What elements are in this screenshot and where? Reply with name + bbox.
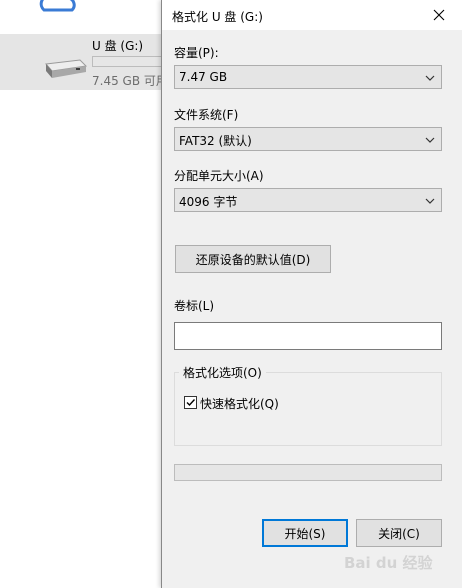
capacity-select[interactable]: 7.47 GB <box>174 65 442 89</box>
quick-format-label[interactable]: 快速格式化(Q) <box>200 395 279 412</box>
chevron-down-icon <box>425 75 435 81</box>
format-progress-bar <box>174 464 442 481</box>
close-button[interactable] <box>416 0 462 30</box>
chevron-down-icon <box>425 137 435 143</box>
capacity-label: 容量(P): <box>174 46 219 60</box>
drive-name: U 盘 (G:) <box>92 39 144 53</box>
allocation-label: 分配单元大小(A) <box>174 169 264 183</box>
close-icon <box>433 9 445 21</box>
filesystem-value: FAT32 (默认) <box>179 134 252 148</box>
explorer-background: U 盘 (G:) 7.45 GB 可用 <box>0 0 168 588</box>
format-dialog: 格式化 U 盘 (G:) 容量(P): 7.47 GB 文件系统(F) FAT3… <box>161 0 462 588</box>
chevron-down-icon <box>425 198 435 204</box>
restore-defaults-button[interactable]: 还原设备的默认值(D) <box>175 245 331 273</box>
drive-free-space: 7.45 GB 可用 <box>92 74 168 88</box>
capacity-value: 7.47 GB <box>179 70 228 84</box>
quick-format-checkbox[interactable] <box>184 396 197 409</box>
cloud-icon <box>39 0 76 12</box>
filesystem-label: 文件系统(F) <box>174 108 239 122</box>
filesystem-select[interactable]: FAT32 (默认) <box>174 127 442 151</box>
baidu-watermark: Bai du 经验 <box>344 546 454 582</box>
close-dialog-button[interactable]: 关闭(C) <box>356 519 442 547</box>
volume-label: 卷标(L) <box>174 299 215 313</box>
start-button[interactable]: 开始(S) <box>262 519 348 547</box>
volume-label-input[interactable] <box>174 322 442 350</box>
drive-usage-bar <box>92 56 162 67</box>
dialog-title: 格式化 U 盘 (G:) <box>172 10 263 24</box>
usb-drive-icon <box>45 59 88 78</box>
allocation-value: 4096 字节 <box>179 195 238 209</box>
allocation-select[interactable]: 4096 字节 <box>174 188 442 212</box>
format-options-legend: 格式化选项(O) <box>179 364 266 381</box>
watermark-text: Bai du 经验 <box>344 554 433 572</box>
checkmark-icon <box>186 399 196 407</box>
dialog-titlebar[interactable]: 格式化 U 盘 (G:) <box>162 0 462 30</box>
